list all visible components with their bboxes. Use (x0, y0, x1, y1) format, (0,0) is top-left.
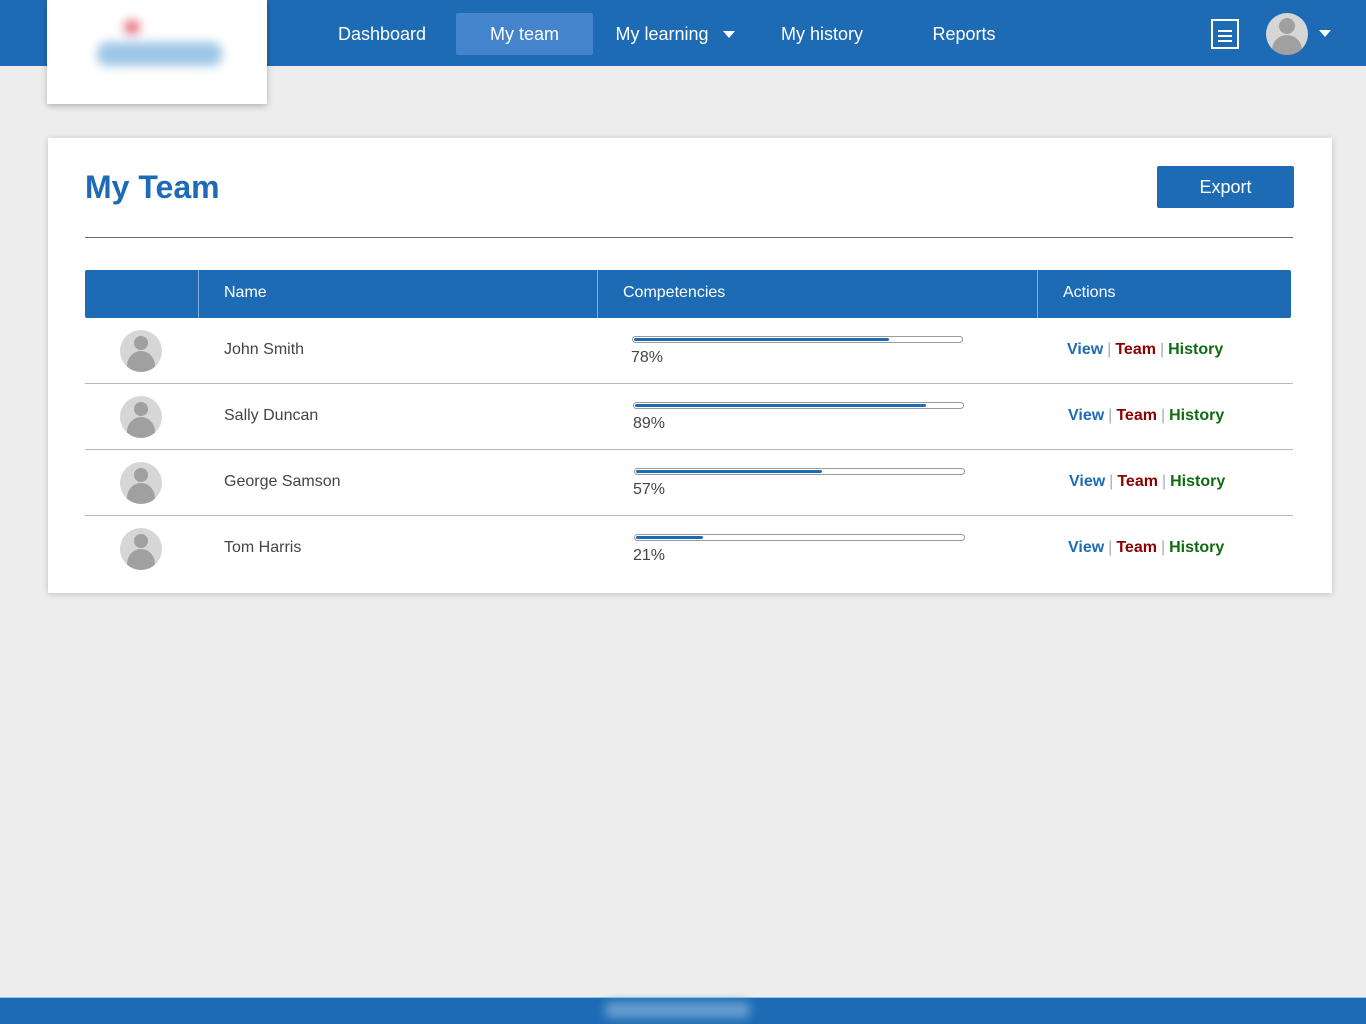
column-separator (597, 270, 598, 318)
separator: | (1109, 473, 1114, 490)
team-link[interactable]: Team (1117, 473, 1158, 490)
separator: | (1160, 539, 1166, 556)
progress-fill (636, 470, 822, 473)
view-link[interactable]: View (1068, 407, 1104, 424)
column-separator (198, 270, 199, 318)
row-actions: View | Team | History (1067, 341, 1223, 359)
table-row: Sally Duncan 89% View | Team | History (85, 384, 1293, 450)
member-name: John Smith (224, 341, 305, 358)
nav-label: My learning (615, 24, 709, 44)
table-row: John Smith 78% View | Team | History (85, 318, 1293, 384)
team-link[interactable]: Team (1116, 539, 1157, 556)
team-link[interactable]: Team (1116, 407, 1157, 424)
user-avatar-icon (120, 396, 162, 438)
user-avatar-icon[interactable] (1266, 13, 1308, 55)
team-link[interactable]: Team (1115, 341, 1156, 358)
competency-progress-bar (634, 534, 965, 541)
footer-text (605, 1002, 750, 1018)
page-title: My Team (85, 169, 220, 205)
progress-fill (636, 536, 704, 539)
nav-label: My history (780, 24, 863, 44)
row-actions: View | Team | History (1068, 539, 1224, 557)
my-team-card: My Team Export Name Competencies Actions… (48, 138, 1332, 593)
history-link[interactable]: History (1170, 473, 1225, 490)
separator: | (1107, 341, 1112, 358)
member-name: Sally Duncan (224, 407, 319, 424)
competency-percent: 21% (633, 547, 666, 564)
competency-percent: 89% (633, 415, 666, 432)
competency-percent: 57% (633, 481, 666, 498)
column-header-competencies[interactable]: Competencies (623, 270, 725, 318)
column-header-name[interactable]: Name (224, 270, 267, 318)
user-avatar-icon (120, 330, 162, 372)
row-actions: View | Team | History (1069, 473, 1225, 491)
nav-item-my-history[interactable]: My history (765, 13, 879, 55)
member-name: Tom Harris (224, 539, 302, 556)
progress-fill (634, 338, 889, 341)
table-header: Name Competencies Actions (85, 270, 1291, 318)
separator: | (1108, 539, 1113, 556)
separator: | (1161, 473, 1167, 490)
history-link[interactable]: History (1169, 539, 1224, 556)
separator: | (1159, 341, 1165, 358)
divider (85, 237, 1293, 238)
nav-label: My team (489, 24, 559, 44)
table-row: George Samson 57% View | Team | History (85, 450, 1293, 516)
separator: | (1108, 407, 1113, 424)
nav-item-my-learning[interactable]: My learning (605, 13, 745, 55)
view-link[interactable]: View (1068, 539, 1104, 556)
nav-item-reports[interactable]: Reports (918, 13, 1010, 55)
competency-progress-bar (632, 336, 963, 343)
logo[interactable] (47, 0, 267, 104)
competency-progress-bar (634, 468, 965, 475)
table-row: Tom Harris 21% View | Team | History (85, 516, 1293, 582)
user-avatar-icon (120, 462, 162, 504)
member-name: George Samson (224, 473, 341, 490)
export-button[interactable]: Export (1157, 166, 1294, 208)
competency-progress-bar (633, 402, 964, 409)
logo-image (92, 18, 232, 78)
view-link[interactable]: View (1067, 341, 1103, 358)
caret-down-icon[interactable] (1319, 30, 1331, 37)
view-link[interactable]: View (1069, 473, 1105, 490)
progress-fill (635, 404, 926, 407)
nav-item-my-team[interactable]: My team (456, 13, 593, 55)
column-header-actions: Actions (1063, 284, 1116, 301)
nav-item-dashboard[interactable]: Dashboard (320, 13, 444, 55)
separator: | (1160, 407, 1166, 424)
user-avatar-icon (120, 528, 162, 570)
caret-down-icon (722, 30, 735, 38)
competency-percent: 78% (631, 349, 664, 366)
footer (0, 997, 1366, 1024)
nav-label: Dashboard (337, 24, 427, 44)
list-icon[interactable] (1211, 19, 1239, 49)
history-link[interactable]: History (1168, 341, 1223, 358)
column-separator (1037, 270, 1038, 318)
row-actions: View | Team | History (1068, 407, 1224, 425)
nav-label: Reports (932, 24, 996, 44)
history-link[interactable]: History (1169, 407, 1224, 424)
